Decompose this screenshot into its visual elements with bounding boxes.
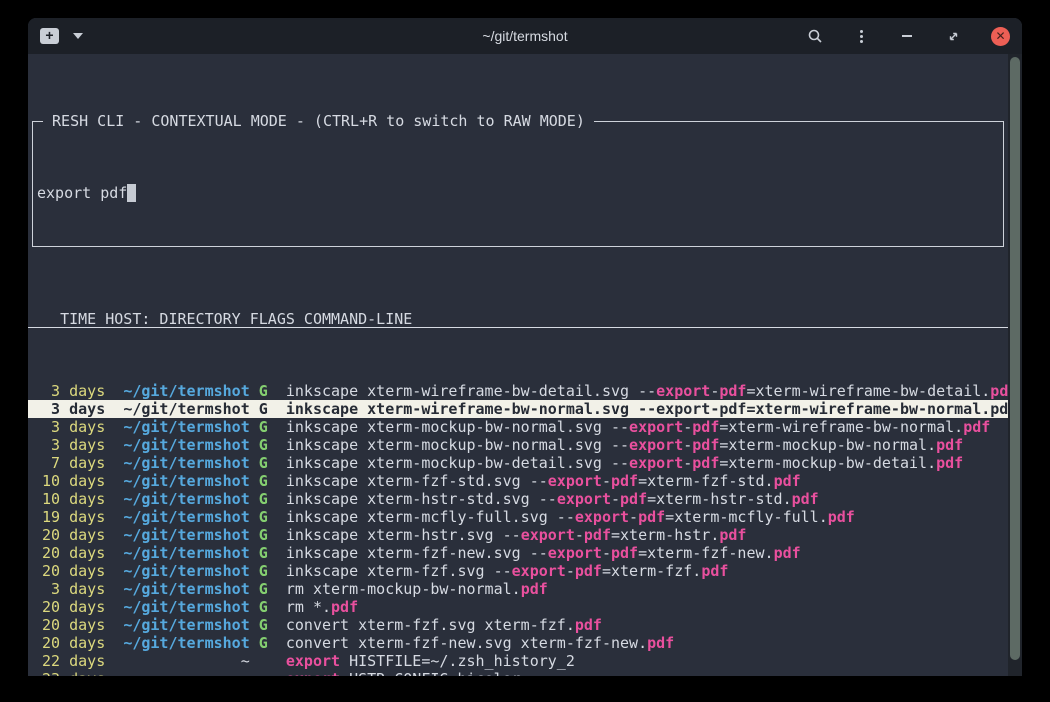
history-row[interactable]: 3 days ~/git/termshot G inkscape xterm-w… (28, 400, 1008, 418)
history-row[interactable]: 3 days ~/git/termshot G inkscape xterm-m… (28, 436, 1008, 454)
scrollbar[interactable] (1008, 54, 1022, 676)
search-panel-title: RESH CLI - CONTEXTUAL MODE - (CTRL+R to … (43, 112, 594, 130)
text-cursor (127, 184, 136, 202)
titlebar: ~/git/termshot ✕ (28, 18, 1022, 54)
search-icon[interactable] (807, 28, 823, 44)
history-row[interactable]: 20 days ~/git/termshot G inkscape xterm-… (28, 526, 1008, 544)
history-row[interactable]: 23 days ~ export HSTR_CONFIG=hicolor (28, 670, 1008, 676)
history-row[interactable]: 3 days ~/git/termshot G inkscape xterm-m… (28, 418, 1008, 436)
history-row[interactable]: 10 days ~/git/termshot G inkscape xterm-… (28, 490, 1008, 508)
scrollbar-thumb[interactable] (1010, 57, 1020, 660)
search-panel: RESH CLI - CONTEXTUAL MODE - (CTRL+R to … (32, 121, 1004, 247)
minimize-icon[interactable] (899, 28, 915, 44)
new-tab-icon[interactable] (40, 28, 59, 44)
history-row[interactable]: 3 days ~/git/termshot G inkscape xterm-w… (28, 382, 1008, 400)
history-row[interactable]: 20 days ~/git/termshot G inkscape xterm-… (28, 544, 1008, 562)
search-input[interactable]: export pdf (37, 184, 999, 202)
history-row[interactable]: 7 days ~/git/termshot G inkscape xterm-m… (28, 454, 1008, 472)
history-row[interactable]: 20 days ~/git/termshot G convert xterm-f… (28, 634, 1008, 652)
terminal-content: RESH CLI - CONTEXTUAL MODE - (CTRL+R to … (28, 54, 1008, 676)
table-header: TIME HOST: DIRECTORY FLAGS COMMAND-LINE (28, 310, 1008, 328)
history-rows: 3 days ~/git/termshot G inkscape xterm-w… (28, 382, 1008, 676)
terminal-window: ~/git/termshot ✕ RESH CLI - CONTEXTUAL M… (28, 18, 1022, 676)
history-row[interactable]: 20 days ~/git/termshot G rm *.pdf (28, 598, 1008, 616)
menu-kebab-icon[interactable] (853, 28, 869, 44)
history-row[interactable]: 20 days ~/git/termshot G inkscape xterm-… (28, 562, 1008, 580)
history-row[interactable]: 19 days ~/git/termshot G inkscape xterm-… (28, 508, 1008, 526)
history-row[interactable]: 22 days ~ export HISTFILE=~/.zsh_history… (28, 652, 1008, 670)
history-row[interactable]: 3 days ~/git/termshot G rm xterm-mockup-… (28, 580, 1008, 598)
history-row[interactable]: 20 days ~/git/termshot G convert xterm-f… (28, 616, 1008, 634)
chevron-down-icon[interactable] (73, 33, 83, 39)
close-icon[interactable]: ✕ (991, 27, 1010, 46)
history-row[interactable]: 10 days ~/git/termshot G inkscape xterm-… (28, 472, 1008, 490)
search-query-text: export pdf (37, 184, 127, 202)
restore-icon[interactable] (945, 28, 961, 44)
